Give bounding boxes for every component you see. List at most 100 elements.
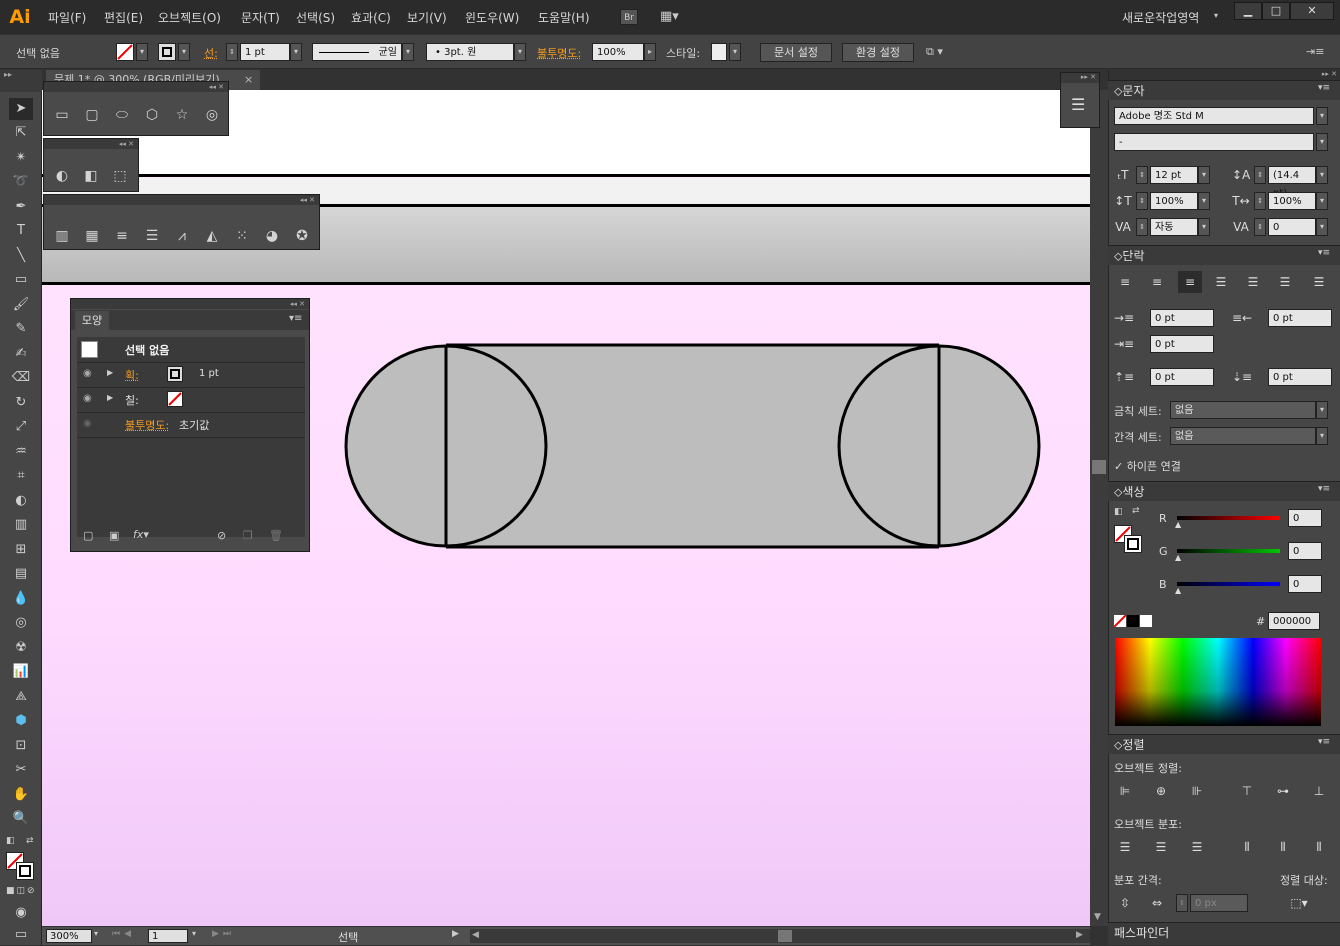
direct-selection-tool-icon[interactable]: ⇱ [9, 122, 33, 144]
live-paint-tool-icon[interactable]: ◧ [80, 165, 102, 187]
live-paint-selection-icon[interactable]: ⬚ [109, 165, 131, 187]
workspace-switcher[interactable]: 새로운작업영역 [1122, 9, 1199, 26]
artboard-dropdown-icon[interactable]: ▾ [192, 929, 196, 938]
opacity-label[interactable]: 불투명도: [537, 45, 581, 61]
shape-builder-tool-icon[interactable]: ◐ [51, 165, 73, 187]
stroke-swatch[interactable] [158, 43, 176, 61]
panel-header[interactable]: ◂◂ ✕ [71, 299, 309, 309]
paragraph-menu-icon[interactable]: ▾≡ [1318, 248, 1330, 258]
justify-center-icon[interactable]: ☰ [1244, 273, 1262, 291]
vertical-scale-input[interactable]: 100% [1150, 192, 1198, 210]
delete-item-icon[interactable]: 🗑 [269, 529, 283, 542]
distribute-hcenter-icon[interactable]: ⫴ [1274, 838, 1292, 856]
panel-header[interactable]: ◂◂ ✕ [44, 195, 319, 205]
star-tool-icon[interactable]: ☆ [171, 104, 193, 126]
pathfinder-panel-header[interactable]: 패스파인더 [1108, 922, 1340, 945]
leading-stepper[interactable]: ⇕ [1254, 166, 1266, 184]
menu-window[interactable]: 윈도우(W) [465, 9, 519, 26]
paintbrush-tool-icon[interactable]: 🖌 [9, 294, 33, 316]
preferences-button[interactable]: 환경 설정 [842, 43, 914, 62]
spacing-input[interactable]: 0 px [1190, 894, 1248, 912]
vertical-scale-stepper[interactable]: ⇕ [1136, 192, 1148, 210]
distribute-right-icon[interactable]: ⫴ [1310, 838, 1328, 856]
menu-object[interactable]: 오브젝트(O) [158, 9, 221, 26]
vertical-scrollbar[interactable]: ▼ [1090, 90, 1108, 926]
leading-dropdown[interactable]: ▾ [1316, 166, 1328, 184]
align-bottom-edge-icon[interactable]: ⊥ [1310, 782, 1328, 800]
stroke-weight-stepper[interactable]: ⇕ [226, 43, 238, 61]
align-left-icon[interactable]: ≡ [1116, 273, 1134, 291]
align-top-edge-icon[interactable]: ⊤ [1238, 782, 1256, 800]
gradient-tool-icon[interactable]: ▤ [9, 563, 33, 585]
green-slider-thumb[interactable]: ▲ [1175, 553, 1181, 562]
align-vertical-center-icon[interactable]: ⊶ [1274, 782, 1292, 800]
draw-mode-icon[interactable]: ◉ [9, 902, 33, 924]
kinsoku-dropdown[interactable]: ▾ [1316, 401, 1328, 419]
stacked-column-graph-icon[interactable]: ▦ [81, 225, 103, 247]
column-graph-tool-icon[interactable]: 📊 [9, 661, 33, 683]
fill-dropdown[interactable]: ▾ [136, 43, 148, 61]
scatter-graph-icon[interactable]: ⁙ [231, 225, 253, 247]
visibility-eye-icon[interactable]: ◉ [83, 368, 92, 379]
align-horizontal-center-icon[interactable]: ⊕ [1152, 782, 1170, 800]
menu-effect[interactable]: 효과(C) [351, 9, 391, 26]
vertical-scale-dropdown[interactable]: ▾ [1198, 192, 1210, 210]
add-stroke-icon[interactable]: ▢ [83, 529, 93, 542]
type-tool-icon[interactable]: T [9, 220, 33, 242]
left-indent-input[interactable]: 0 pt [1150, 309, 1214, 327]
graphic-style-swatch[interactable] [711, 43, 727, 61]
zoom-dropdown-icon[interactable]: ▾ [94, 929, 98, 938]
stroke-color-box[interactable] [16, 862, 34, 880]
line-tool-icon[interactable]: ╲ [9, 245, 33, 267]
distribute-top-icon[interactable]: ☰ [1116, 838, 1134, 856]
close-window-button[interactable]: ✕ [1290, 2, 1334, 20]
slice-tool-icon[interactable]: ✂ [9, 759, 33, 781]
panel-header[interactable]: ◂◂ ✕ [44, 139, 138, 149]
blob-brush-tool-icon[interactable]: ✍ [9, 343, 33, 365]
default-colors-icon[interactable]: ◧ [6, 836, 15, 846]
perspective-grid-tool-icon[interactable]: ⟁ [9, 686, 33, 708]
hyphenation-checkbox[interactable]: ✓ 하이픈 연결 [1114, 458, 1181, 474]
align-right-icon[interactable]: ≡ [1178, 271, 1202, 293]
lasso-tool-icon[interactable]: ➰ [9, 171, 33, 193]
panel-menu-icon[interactable]: ☰ [1071, 95, 1085, 114]
justify-left-icon[interactable]: ☰ [1212, 273, 1230, 291]
swap-colors-icon[interactable]: ⇄ [1132, 506, 1140, 516]
fill-row-label[interactable]: 칠: [125, 392, 139, 408]
character-menu-icon[interactable]: ▾≡ [1318, 83, 1330, 93]
font-style-input[interactable]: - [1114, 133, 1314, 151]
document-setup-button[interactable]: 문서 설정 [760, 43, 832, 62]
visibility-eye-icon[interactable]: ◉ [83, 393, 92, 404]
swap-colors-icon[interactable]: ⇄ [26, 836, 34, 846]
capsule-artwork[interactable] [342, 342, 1046, 552]
font-size-stepper[interactable]: ⇕ [1136, 166, 1148, 184]
panel-header[interactable]: ▸▸ ✕ [1061, 73, 1099, 83]
horizontal-scrollbar[interactable]: ◀ ▶ [470, 929, 1090, 943]
red-slider[interactable] [1177, 516, 1280, 520]
workspace-chevron-icon[interactable]: ▾ [1214, 11, 1218, 20]
vertical-spacing-icon[interactable]: ⇳ [1116, 894, 1134, 912]
bridge-button[interactable]: Br [620, 9, 638, 25]
distribute-left-icon[interactable]: ⫴ [1238, 838, 1256, 856]
close-tab-icon[interactable]: × [244, 70, 253, 90]
kerning-dropdown[interactable]: ▾ [1198, 218, 1210, 236]
toolbar-header[interactable]: ▸▸ [0, 70, 42, 92]
opacity-input[interactable]: 100% [592, 43, 644, 61]
color-menu-icon[interactable]: ▾≡ [1318, 484, 1330, 494]
stacked-bar-graph-icon[interactable]: ☰ [141, 225, 163, 247]
rectangle-tool-icon[interactable]: ▭ [51, 104, 73, 126]
expand-arrow-icon[interactable]: ▶ [107, 368, 113, 377]
screen-mode-icon[interactable]: ▭ [9, 924, 33, 946]
character-panel-header[interactable]: ⬦문자 [1108, 80, 1340, 100]
appearance-panel-menu-icon[interactable]: ▾≡ [289, 313, 302, 324]
pen-tool-icon[interactable]: ✒ [9, 196, 33, 218]
blue-slider[interactable] [1177, 582, 1280, 586]
distribute-vcenter-icon[interactable]: ☰ [1152, 838, 1170, 856]
ellipse-tool-icon[interactable]: ⬭ [111, 104, 133, 126]
kinsoku-select[interactable]: 없음 [1170, 401, 1316, 419]
align-center-icon[interactable]: ≡ [1148, 273, 1166, 291]
horizontal-scale-stepper[interactable]: ⇕ [1254, 192, 1266, 210]
scroll-down-icon[interactable]: ▼ [1094, 912, 1101, 922]
font-style-dropdown[interactable]: ▾ [1316, 133, 1328, 151]
stroke-profile-dropdown[interactable]: ▾ [402, 43, 414, 61]
